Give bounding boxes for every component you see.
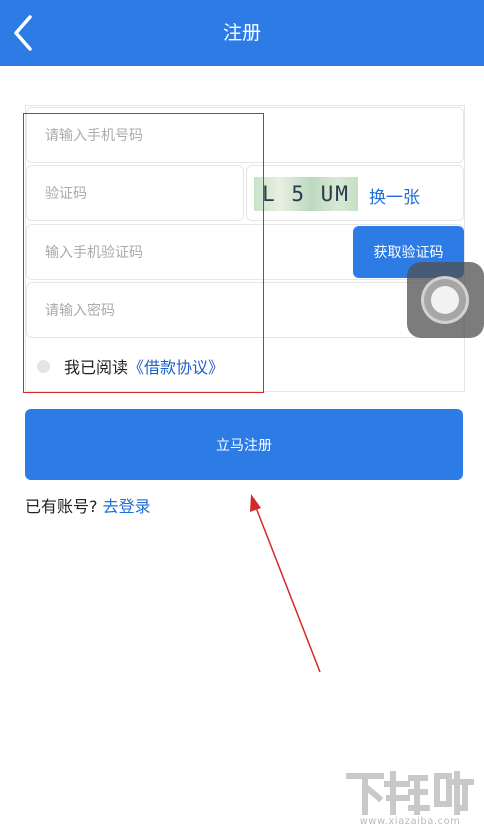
password-input[interactable]: 请输入密码	[26, 282, 464, 338]
assistive-touch-button[interactable]	[407, 262, 484, 338]
watermark-url: www.xiazaiba.com	[359, 816, 461, 827]
captcha-image[interactable]: L 5 UM	[254, 177, 358, 211]
agreement-checkbox[interactable]	[37, 359, 50, 373]
register-button[interactable]: 立马注册	[25, 409, 463, 480]
login-prompt: 已有账号?	[25, 497, 98, 516]
assistive-core-icon	[431, 286, 459, 314]
watermark-logo	[346, 771, 474, 815]
nav-bar: 注册	[0, 0, 484, 66]
captcha-input[interactable]: 验证码	[26, 165, 244, 221]
agreement-row: 我已阅读 《借款协议》	[37, 346, 224, 386]
page-title: 注册	[222, 22, 261, 44]
phone-input[interactable]: 请输入手机号码	[26, 107, 464, 163]
agreement-link[interactable]: 《借款协议》	[128, 354, 224, 378]
site-watermark: www.xiazaiba.com	[345, 768, 475, 830]
refresh-captcha-link[interactable]: 换一张	[369, 183, 420, 208]
login-link[interactable]: 去登录	[103, 497, 151, 516]
captcha-text: L 5 UM	[262, 182, 350, 206]
agreement-text: 我已阅读	[64, 358, 129, 377]
login-row: 已有账号? 去登录	[25, 493, 151, 517]
